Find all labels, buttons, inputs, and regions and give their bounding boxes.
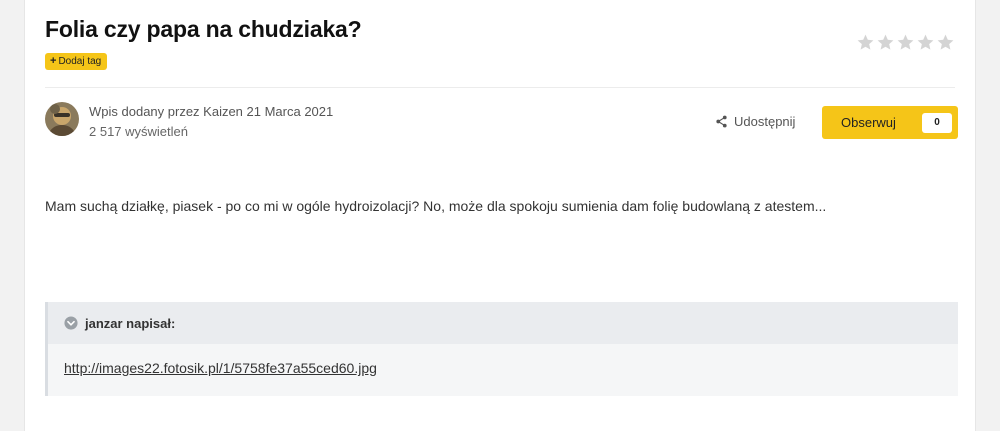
rating-stars[interactable] — [856, 33, 955, 52]
posted-by-text: Wpis dodany przez Kaizen 21 Marca 2021 — [89, 104, 334, 119]
topic-title: Folia czy papa na chudziaka? — [45, 16, 362, 42]
post-body: Mam suchą działkę, piasek - po co mi w o… — [45, 198, 827, 214]
star-icon[interactable] — [896, 33, 915, 52]
star-icon[interactable] — [936, 33, 955, 52]
add-tag-button[interactable]: + Dodaj tag — [45, 53, 108, 70]
quote-block: janzar napisał: http://images22.fotosik.… — [45, 302, 958, 396]
topic-card: Folia czy papa na chudziaka? + Dodaj tag… — [24, 0, 976, 431]
quote-header[interactable]: janzar napisał: — [48, 302, 958, 344]
star-icon[interactable] — [876, 33, 895, 52]
chevron-down-icon[interactable] — [64, 316, 78, 330]
share-icon — [715, 115, 728, 128]
add-tag-label: Dodaj tag — [58, 56, 102, 67]
star-icon[interactable] — [916, 33, 935, 52]
header-divider — [45, 87, 955, 88]
follow-count-badge: 0 — [922, 113, 952, 133]
avatar[interactable] — [45, 102, 79, 136]
follow-button[interactable]: Obserwuj 0 — [822, 106, 958, 139]
follow-label: Obserwuj — [841, 115, 896, 130]
quote-link[interactable]: http://images22.fotosik.pl/1/5758fe37a55… — [64, 360, 377, 376]
star-icon[interactable] — [856, 33, 875, 52]
views-count: 2 517 wyświetleń — [89, 124, 188, 139]
share-button[interactable]: Udostępnij — [715, 114, 795, 129]
quote-author: janzar napisał: — [85, 315, 176, 331]
share-label: Udostępnij — [734, 114, 796, 129]
plus-icon: + — [50, 55, 57, 67]
